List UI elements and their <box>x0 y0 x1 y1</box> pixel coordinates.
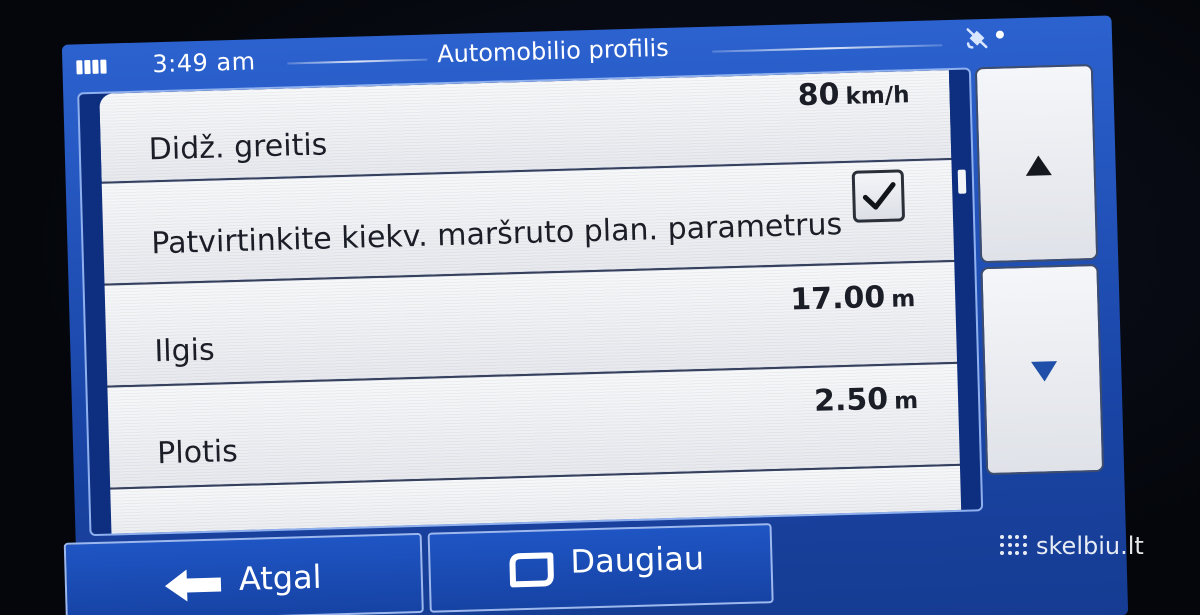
scroll-up-button[interactable] <box>974 63 1099 264</box>
more-button[interactable]: Daugiau <box>427 523 774 613</box>
back-button-label: Atgal <box>238 557 323 599</box>
settings-list: Didž. greitis 80 km/h Patvirtinkite kiekv… <box>77 67 984 537</box>
watermark-logo-icon <box>1000 535 1028 557</box>
triangle-up-icon <box>1025 155 1052 176</box>
value-unit: m <box>893 388 919 415</box>
watermark-text: skelbiu.lt <box>1036 532 1144 560</box>
battery-icon <box>76 59 107 75</box>
value-unit: m <box>890 286 916 313</box>
list-item-value: 2.50 m <box>814 381 919 419</box>
scroll-indicator <box>957 169 967 194</box>
back-button[interactable]: Atgal <box>63 532 424 615</box>
photo-background: 3:49 am Automobilio profilis Didž. greit… <box>0 0 1200 615</box>
value-number: 80 <box>797 77 840 114</box>
list-item-label: Didž. greitis <box>148 127 328 168</box>
list-item-label: Ilgis <box>153 332 216 370</box>
checkmark-icon <box>862 182 896 210</box>
title-divider-right <box>712 44 943 53</box>
list-item-value: 80 km/h <box>797 75 910 113</box>
gps-status-dot <box>995 30 1005 39</box>
scroll-down-button[interactable] <box>980 263 1105 476</box>
value-number: 2.50 <box>813 381 889 419</box>
satellite-icon <box>962 23 993 54</box>
watermark: skelbiu.lt <box>1000 532 1144 560</box>
arrow-left-icon <box>164 569 222 602</box>
page-title: Automobilio profilis <box>436 33 670 69</box>
list-item-label: Plotis <box>156 434 239 472</box>
clock: 3:49 am <box>152 47 256 79</box>
list-item-label: Patvirtinkite kiekv. maršruto plan. para… <box>150 207 843 262</box>
title-divider-left <box>287 58 428 65</box>
rounded-square-icon <box>509 552 554 588</box>
value-number: 17.00 <box>789 279 886 318</box>
confirm-checkbox[interactable] <box>851 169 906 223</box>
triangle-down-icon <box>1031 361 1058 382</box>
navigation-screen: 3:49 am Automobilio profilis Didž. greit… <box>61 15 1129 615</box>
value-unit: km/h <box>845 82 910 110</box>
more-button-label: Daugiau <box>569 539 705 581</box>
list-item-value: 17.00 m <box>789 279 916 318</box>
